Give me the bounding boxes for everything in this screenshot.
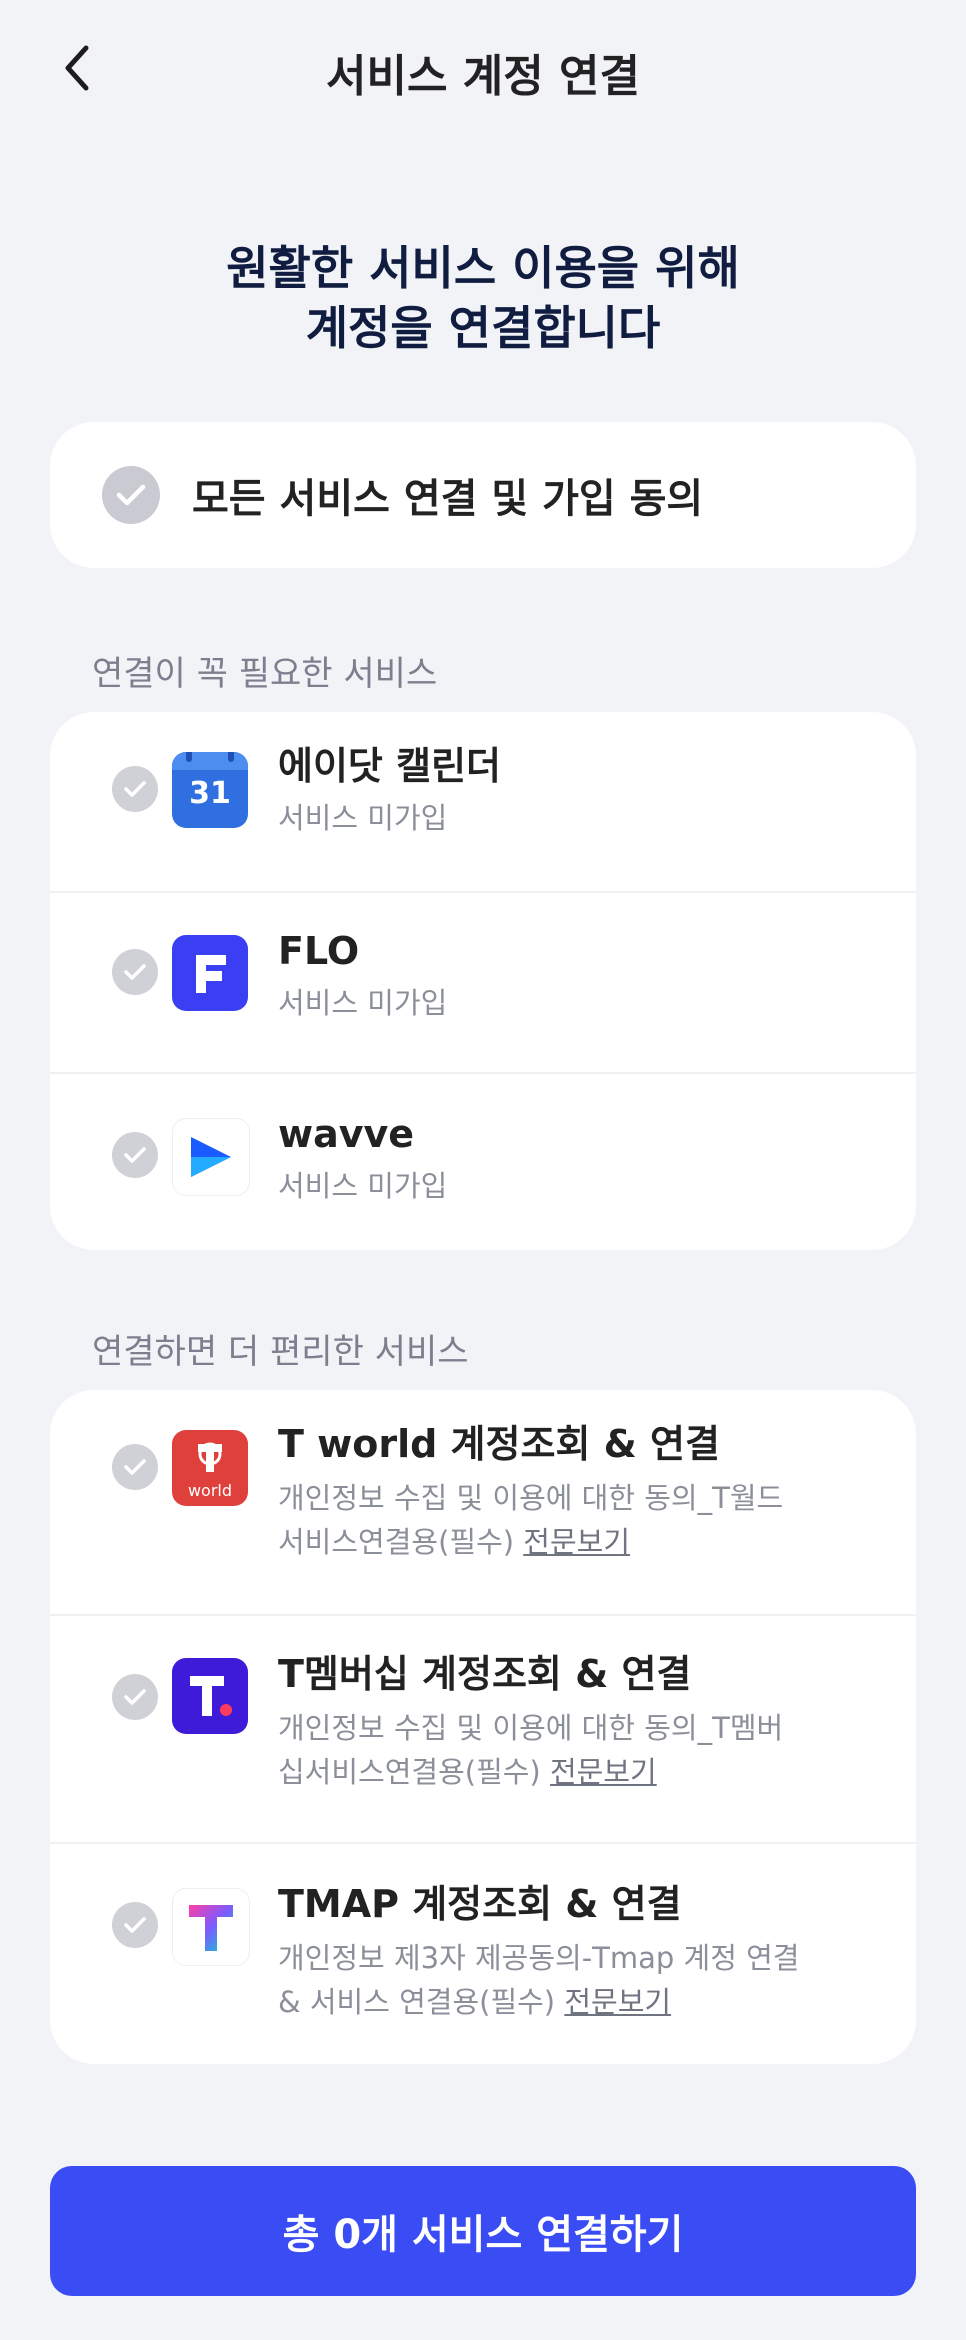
description-text: & 서비스 연결용(필수) [278,1985,556,2019]
tmap-icon [172,1888,250,1966]
check-icon[interactable] [112,1444,158,1490]
list-item-flo[interactable]: FLO 서비스 미가입 [50,893,916,1074]
check-icon[interactable] [112,1902,158,1948]
service-name: FLO [278,929,360,973]
wavve-icon [172,1118,250,1196]
service-name: T world 계정조회 & 연결 [278,1422,720,1466]
check-icon[interactable] [112,1132,158,1178]
description-line-1: 개인정보 수집 및 이용에 대한 동의_T멤버 [278,1711,784,1745]
list-item-tmembership[interactable]: T멤버십 계정조회 & 연결 개인정보 수집 및 이용에 대한 동의_T멤버 십… [50,1616,916,1844]
list-item-tmap[interactable]: TMAP 계정조회 & 연결 개인정보 제3자 제공동의-Tmap 계정 연결 … [50,1844,916,2064]
description-text: 서비스연결용(필수) [278,1525,515,1559]
list-item-adot-calendar[interactable]: 31 에이닷 캘린더 서비스 미가입 [50,712,916,893]
intro-text: 원활한 서비스 이용을 위해 계정을 연결합니다 [0,238,966,358]
service-name: 에이닷 캘린더 [278,744,501,788]
description-line-2: & 서비스 연결용(필수) 전문보기 [278,1980,876,2024]
calendar-date-text: 31 [189,776,231,811]
check-icon [102,466,160,524]
service-description: 개인정보 제3자 제공동의-Tmap 계정 연결 & 서비스 연결용(필수) 전… [278,1936,876,2024]
connect-services-button[interactable]: 총 0개 서비스 연결하기 [50,2166,916,2296]
list-item-tworld[interactable]: world T world 계정조회 & 연결 개인정보 수집 및 이용에 대한… [50,1390,916,1616]
description-line-2: 십서비스연결용(필수) 전문보기 [278,1750,876,1794]
optional-section-label: 연결하면 더 편리한 서비스 [92,1332,469,1372]
flo-icon [172,935,248,1011]
service-name: wavve [278,1112,415,1156]
description-text: 십서비스연결용(필수) [278,1755,541,1789]
description-line-2: 서비스연결용(필수) 전문보기 [278,1520,876,1564]
view-full-link[interactable]: 전문보기 [564,1985,671,2019]
view-full-link[interactable]: 전문보기 [523,1525,630,1559]
tworld-icon-text: world [187,1481,233,1500]
check-icon[interactable] [112,766,158,812]
description-line-1: 개인정보 제3자 제공동의-Tmap 계정 연결 [278,1941,800,1975]
description-line-1: 개인정보 수집 및 이용에 대한 동의_T월드 [278,1481,784,1515]
optional-services-list: world T world 계정조회 & 연결 개인정보 수집 및 이용에 대한… [50,1390,916,2064]
tmembership-icon [172,1658,248,1734]
header: 서비스 계정 연결 [0,0,966,140]
intro-line-1: 원활한 서비스 이용을 위해 [226,241,740,295]
service-status: 서비스 미가입 [278,1169,448,1203]
page-title: 서비스 계정 연결 [326,51,640,102]
check-icon[interactable] [112,1674,158,1720]
service-description: 개인정보 수집 및 이용에 대한 동의_T월드 서비스연결용(필수) 전문보기 [278,1476,876,1564]
service-description: 개인정보 수집 및 이용에 대한 동의_T멤버 십서비스연결용(필수) 전문보기 [278,1706,876,1794]
agree-all-label: 모든 서비스 연결 및 가입 동의 [192,476,704,522]
list-item-wavve[interactable]: wavve 서비스 미가입 [50,1074,916,1250]
service-status: 서비스 미가입 [278,986,448,1020]
calendar-icon: 31 [172,752,248,828]
required-section-label: 연결이 꼭 필요한 서비스 [92,654,438,694]
service-status: 서비스 미가입 [278,801,448,835]
service-name: TMAP 계정조회 & 연결 [278,1882,682,1926]
required-services-list: 31 에이닷 캘린더 서비스 미가입 FLO 서비스 미가입 wavve 서비스… [50,712,916,1250]
agree-all-checkbox[interactable]: 모든 서비스 연결 및 가입 동의 [50,422,916,568]
view-full-link[interactable]: 전문보기 [550,1755,657,1789]
service-name: T멤버십 계정조회 & 연결 [278,1652,692,1696]
tworld-icon: world [172,1430,248,1506]
intro-line-2: 계정을 연결합니다 [305,301,661,355]
check-icon[interactable] [112,949,158,995]
